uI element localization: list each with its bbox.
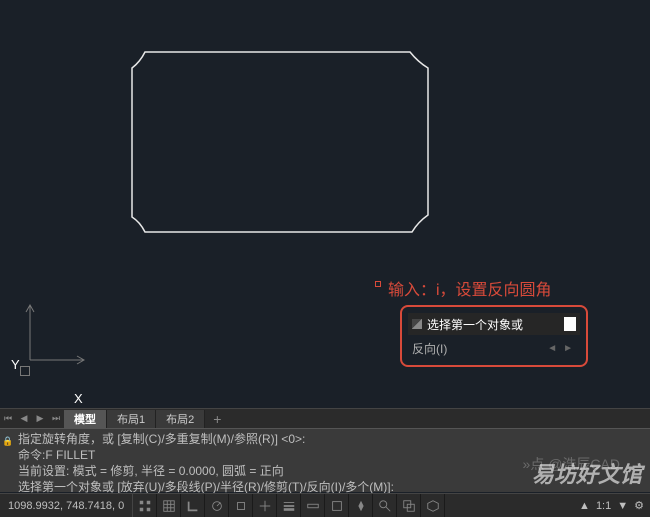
osnap-toggle[interactable] [229, 494, 253, 517]
dynamic-input-icon [412, 319, 422, 329]
tab-model[interactable]: 模型 [64, 410, 107, 428]
annotation-text: 输入：i，设置反向圆角 [388, 276, 552, 300]
tab-next-button[interactable]: ▶ [32, 412, 48, 426]
tab-layout2[interactable]: 布局2 [156, 410, 205, 428]
annotation-marker [375, 281, 381, 287]
status-bar: 1098.9932, 748.7418, 0 ▲ 1:1 ▼ ⚙ [0, 493, 650, 517]
option-next-icon[interactable]: ► [560, 343, 576, 354]
command-handle[interactable]: 🔒 [2, 431, 14, 490]
watermark-main: 易坊好文馆 [532, 457, 642, 489]
option-prev-icon[interactable]: ◄ [544, 343, 560, 354]
magnifier-toggle[interactable] [373, 494, 397, 517]
annotation-scale-icon[interactable]: ▲ [579, 500, 590, 512]
layout-tabs-bar: ⏮ ◀ ▶ ⏭ 模型 布局1 布局2 + [0, 408, 650, 428]
lineweight-toggle[interactable] [277, 494, 301, 517]
snap-toggle[interactable] [133, 494, 157, 517]
coordinates-display[interactable]: 1098.9932, 748.7418, 0 [0, 494, 133, 517]
selection-cycling-toggle[interactable] [397, 494, 421, 517]
annotation-visibility-icon[interactable]: ▼ [617, 500, 628, 512]
prompt-row-option[interactable]: 反向(I) ◄ ► [408, 337, 580, 359]
ucs-x-label: X [74, 391, 83, 406]
grid-toggle[interactable] [157, 494, 181, 517]
drawing-rectangle [130, 50, 430, 235]
tab-first-button[interactable]: ⏮ [0, 412, 16, 426]
cmd-line: 指定旋转角度，或 [复制(C)/多重复制(M)/参照(R)] <0>: [18, 431, 646, 447]
workspace-icon[interactable]: ⚙ [634, 499, 644, 512]
nav-toggle[interactable] [349, 494, 373, 517]
prompt-text-main: 选择第一个对象或 [427, 316, 560, 333]
ucs-icon [22, 300, 92, 370]
ucs-y-label: Y [11, 357, 20, 372]
prompt-input-field[interactable] [564, 317, 576, 331]
status-toggles [133, 494, 650, 517]
scale-display[interactable]: 1:1 [596, 500, 611, 512]
lock-icon: 🔒 [2, 436, 13, 446]
status-right-group: ▲ 1:1 ▼ ⚙ [579, 499, 644, 512]
ucs-origin-box [20, 366, 30, 376]
prompt-option-text: 反向(I) [412, 340, 544, 357]
tab-layout1[interactable]: 布局1 [107, 410, 156, 428]
model-toggle[interactable] [325, 494, 349, 517]
iso-toggle[interactable] [421, 494, 445, 517]
otrack-toggle[interactable] [253, 494, 277, 517]
polar-toggle[interactable] [205, 494, 229, 517]
tab-last-button[interactable]: ⏭ [48, 412, 64, 426]
tab-prev-button[interactable]: ◀ [16, 412, 32, 426]
dyn-toggle[interactable] [301, 494, 325, 517]
drawing-canvas[interactable]: Y X 输入：i，设置反向圆角 选择第一个对象或 反向(I) ◄ ► [0, 0, 650, 408]
tab-add-button[interactable]: + [205, 411, 229, 427]
prompt-row-main: 选择第一个对象或 [408, 313, 580, 335]
ortho-toggle[interactable] [181, 494, 205, 517]
dynamic-input-box: 选择第一个对象或 反向(I) ◄ ► [400, 305, 588, 367]
